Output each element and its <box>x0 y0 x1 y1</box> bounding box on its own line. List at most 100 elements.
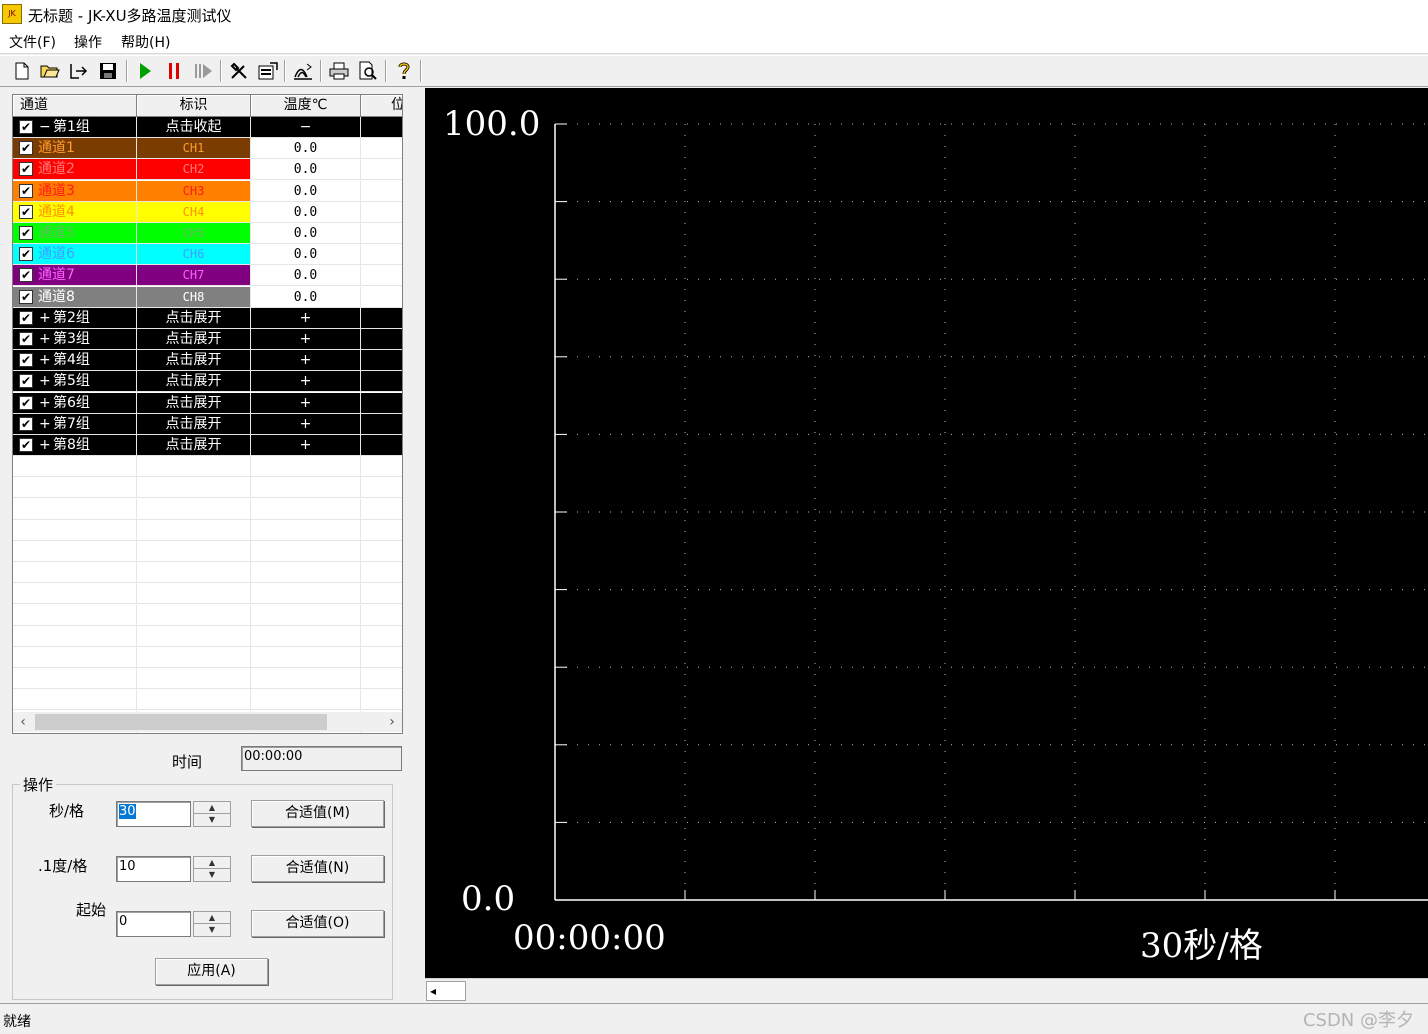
empty-cell <box>13 456 137 478</box>
spin-down-icon[interactable]: ▼ <box>194 924 230 936</box>
checkbox[interactable]: ✔ <box>19 162 33 177</box>
group-row[interactable]: ✔ + 第3组 点击展开 + <box>13 329 402 350</box>
group-row[interactable]: ✔ + 第5组 点击展开 + <box>13 371 402 393</box>
checkbox[interactable]: ✔ <box>19 332 33 346</box>
step-icon[interactable] <box>192 59 216 83</box>
channel-row[interactable]: ✔ 通道5 CH5 0.0 <box>13 223 402 244</box>
checkbox[interactable]: ✔ <box>19 226 33 240</box>
help-icon[interactable] <box>392 59 416 83</box>
header-channel[interactable]: 通道 <box>13 95 137 117</box>
channel-extra-cell <box>361 244 402 266</box>
new-icon[interactable] <box>10 59 34 83</box>
spin-down-icon[interactable]: ▼ <box>194 869 230 881</box>
tools-icon[interactable] <box>227 59 251 83</box>
group-label-cell[interactable]: 点击展开 <box>137 307 251 329</box>
print-icon[interactable] <box>327 59 351 83</box>
checkbox[interactable]: ✔ <box>19 268 33 283</box>
checkbox[interactable]: ✔ <box>19 183 33 198</box>
temperature-chart[interactable]: 100.0 0.0 00:00:00 30秒/格 <box>425 88 1428 978</box>
group-toggle-icon[interactable]: − <box>39 117 51 137</box>
fit-m-button[interactable]: 合适值(M) <box>251 800 384 827</box>
channel-row[interactable]: ✔ 通道2 CH2 0.0 <box>13 159 402 181</box>
chart-scroll-thumb[interactable]: ◂ <box>426 981 466 1001</box>
group-toggle-icon[interactable]: + <box>39 393 51 413</box>
group-label-cell[interactable]: 点击展开 <box>137 329 251 350</box>
pause-icon[interactable] <box>162 59 186 83</box>
spin-up-icon[interactable]: ▲ <box>194 912 230 924</box>
group-row[interactable]: ✔ + 第7组 点击展开 + <box>13 413 402 435</box>
checkbox[interactable]: ✔ <box>19 247 33 262</box>
group-toggle-icon[interactable]: + <box>39 308 51 328</box>
group-toggle-icon[interactable]: + <box>39 371 51 391</box>
checkbox[interactable]: ✔ <box>19 353 33 368</box>
menu-help[interactable]: 帮助(H) <box>121 32 170 52</box>
group-toggle-icon[interactable]: + <box>39 329 51 349</box>
deg-per-div-input[interactable]: 10 <box>116 856 191 882</box>
group-label-cell[interactable]: 点击展开 <box>137 413 251 435</box>
deg-per-div-spinner[interactable]: ▲ ▼ <box>193 856 231 882</box>
checkbox[interactable]: ✔ <box>19 310 33 325</box>
checkbox[interactable]: ✔ <box>19 395 33 410</box>
channel-label-cell: CH7 <box>137 265 251 287</box>
chart-horizontal-scrollbar[interactable]: ◂ <box>425 978 1428 1002</box>
group-row[interactable]: ✔ + 第8组 点击展开 + <box>13 435 402 456</box>
spin-up-icon[interactable]: ▲ <box>194 802 230 814</box>
group-row[interactable]: ✔ − 第1组 点击收起 − <box>13 117 402 138</box>
group-row[interactable]: ✔ + 第4组 点击展开 + <box>13 350 402 372</box>
grid-horizontal-scrollbar[interactable]: ‹ › <box>13 712 402 732</box>
header-temperature[interactable]: 温度℃ <box>251 95 361 117</box>
scroll-left-icon[interactable]: ◂ <box>430 982 436 1000</box>
group-label-cell[interactable]: 点击展开 <box>137 435 251 456</box>
checkbox[interactable]: ✔ <box>19 416 33 431</box>
channel-label-cell: CH4 <box>137 201 251 223</box>
group-row[interactable]: ✔ + 第6组 点击展开 + <box>13 392 402 414</box>
channel-row[interactable]: ✔ 通道4 CH4 0.0 <box>13 201 402 223</box>
group-row[interactable]: ✔ + 第2组 点击展开 + <box>13 307 402 329</box>
group-label-cell[interactable]: 点击展开 <box>137 392 251 414</box>
settings-icon[interactable] <box>256 59 280 83</box>
channel-name: 通道5 <box>38 225 75 241</box>
signal-icon[interactable] <box>291 59 315 83</box>
play-icon[interactable] <box>133 59 157 83</box>
export-icon[interactable] <box>66 59 90 83</box>
checkbox[interactable]: ✔ <box>19 289 33 304</box>
fit-o-button[interactable]: 合适值(O) <box>251 910 384 937</box>
group-label-cell[interactable]: 点击展开 <box>137 371 251 393</box>
group-label-cell[interactable]: 点击收起 <box>137 117 251 138</box>
apply-button[interactable]: 应用(A) <box>155 958 268 985</box>
save-icon[interactable] <box>96 59 120 83</box>
header-position[interactable]: 位 <box>361 95 402 117</box>
start-input[interactable]: 0 <box>116 911 191 937</box>
group-toggle-icon[interactable]: + <box>39 435 51 455</box>
fit-n-button[interactable]: 合适值(N) <box>251 855 384 882</box>
sec-per-div-spinner[interactable]: ▲ ▼ <box>193 801 231 827</box>
channel-row[interactable]: ✔ 通道3 CH3 0.0 <box>13 180 402 202</box>
menu-file[interactable]: 文件(F) <box>9 32 56 52</box>
sec-per-div-input[interactable]: 30 <box>116 801 191 827</box>
checkbox[interactable]: ✔ <box>19 141 33 156</box>
spin-down-icon[interactable]: ▼ <box>194 814 230 826</box>
header-label[interactable]: 标识 <box>137 95 251 117</box>
spin-up-icon[interactable]: ▲ <box>194 857 230 869</box>
group-label-cell[interactable]: 点击展开 <box>137 350 251 372</box>
print-preview-icon[interactable] <box>356 59 380 83</box>
y-max-label: 100.0 <box>443 104 541 144</box>
scroll-left-icon[interactable]: ‹ <box>13 712 33 732</box>
group-toggle-icon[interactable]: + <box>39 350 51 370</box>
scrollbar-thumb[interactable] <box>35 714 327 730</box>
group-name-cell: ✔ + 第5组 <box>13 371 137 393</box>
scroll-right-icon[interactable]: › <box>382 712 402 732</box>
menu-operation[interactable]: 操作 <box>74 32 102 52</box>
checkbox[interactable]: ✔ <box>19 438 33 452</box>
open-icon[interactable] <box>38 59 62 83</box>
group-toggle-icon[interactable]: + <box>39 414 51 434</box>
checkbox[interactable]: ✔ <box>19 374 33 389</box>
channel-row[interactable]: ✔ 通道8 CH8 0.0 <box>13 286 402 308</box>
channel-row[interactable]: ✔ 通道7 CH7 0.0 <box>13 265 402 287</box>
checkbox[interactable]: ✔ <box>19 204 33 219</box>
channel-grid[interactable]: 通道 标识 温度℃ 位 ✔−第1组点击收起−✔通道1CH10.0✔通道2CH20… <box>12 94 403 734</box>
checkbox[interactable]: ✔ <box>19 120 33 134</box>
channel-row[interactable]: ✔ 通道1 CH1 0.0 <box>13 138 402 160</box>
start-spinner[interactable]: ▲ ▼ <box>193 911 231 937</box>
channel-row[interactable]: ✔ 通道6 CH6 0.0 <box>13 244 402 266</box>
